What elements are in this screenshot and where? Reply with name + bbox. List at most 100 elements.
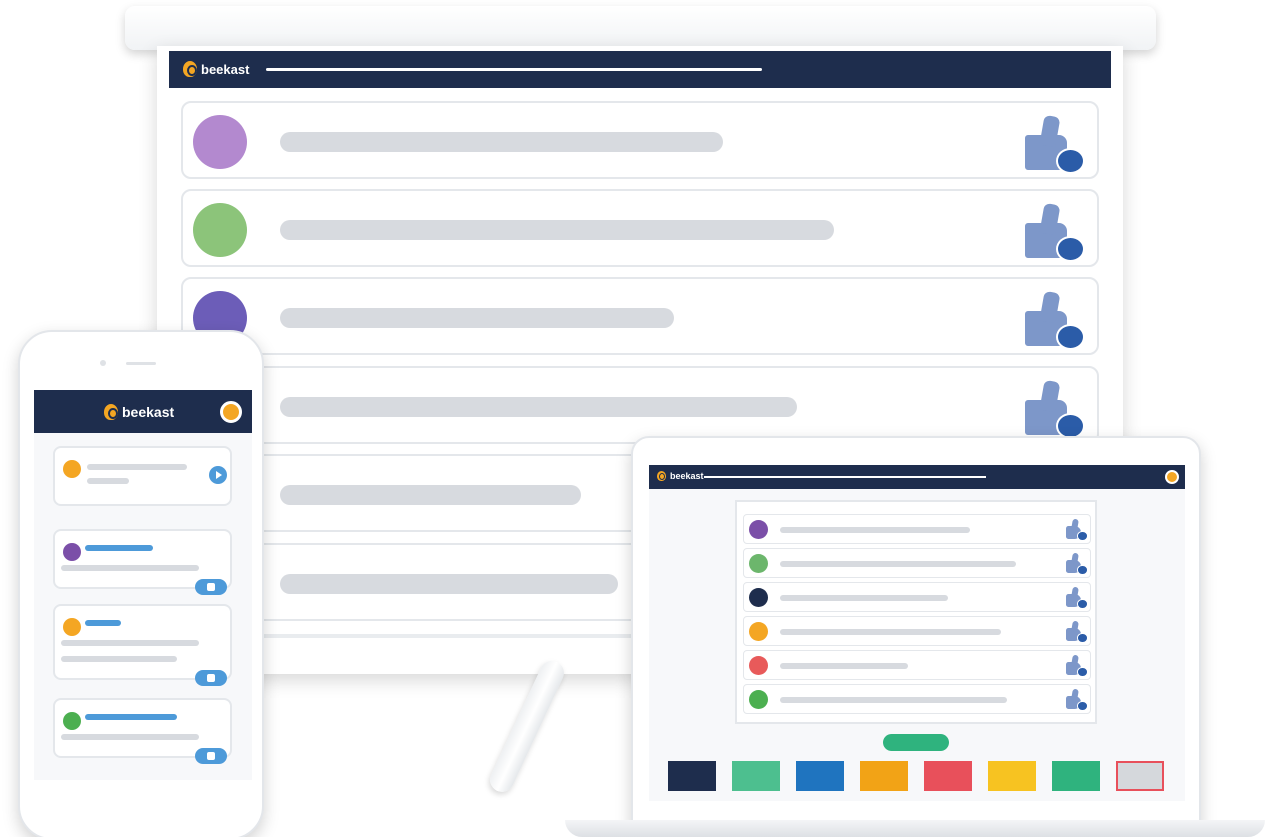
participant-avatar (63, 712, 81, 730)
thumbs-up-icon[interactable] (195, 748, 227, 764)
participant-name (85, 620, 121, 626)
laptop-header-bar: beekast (649, 465, 1185, 489)
user-avatar[interactable] (220, 401, 242, 423)
session-progress-bar (704, 476, 986, 478)
input-placeholder-line (87, 464, 187, 470)
idea-row (743, 514, 1091, 544)
color-swatch[interactable] (924, 761, 972, 791)
thumbs-up-icon[interactable] (195, 670, 227, 686)
idea-row (181, 101, 1099, 179)
like-count-dot (1056, 148, 1085, 175)
color-swatch[interactable] (1052, 761, 1100, 791)
laptop-screen: beekast (649, 465, 1185, 801)
like-count-dot (1077, 565, 1088, 575)
idea-text (280, 574, 618, 594)
like-count-dot (1077, 701, 1088, 711)
idea-row (743, 582, 1091, 612)
thumbs-up-icon[interactable] (195, 579, 227, 595)
screen-header-bar: beekast (169, 51, 1111, 88)
idea-card (53, 604, 232, 686)
thumbs-up-icon[interactable] (1066, 586, 1088, 609)
idea-row (181, 189, 1099, 267)
idea-text (780, 527, 970, 533)
thumbs-up-icon[interactable] (1025, 202, 1085, 263)
like-count-dot (1077, 633, 1088, 643)
idea-text (780, 663, 908, 669)
phone-screen: beekast (34, 390, 252, 780)
phone-camera (100, 360, 106, 366)
thumbs-up-icon[interactable] (1066, 620, 1088, 643)
send-icon[interactable] (209, 466, 227, 484)
color-swatch[interactable] (668, 761, 716, 791)
color-swatch[interactable] (796, 761, 844, 791)
user-avatar[interactable] (1165, 470, 1179, 484)
idea-card (53, 698, 232, 764)
phone-header-bar: beekast (34, 390, 252, 433)
thumbs-up-icon[interactable] (1066, 518, 1088, 541)
idea-row (743, 684, 1091, 714)
thumbs-up-icon[interactable] (1066, 688, 1088, 711)
green-character-avatar (193, 203, 247, 257)
idea-text (280, 132, 723, 152)
idea-text (280, 308, 674, 328)
idea-text (280, 485, 581, 505)
participant-avatar (749, 554, 768, 573)
idea-text (61, 565, 199, 571)
participant-avatar (63, 543, 81, 561)
like-count-dot (1077, 531, 1088, 541)
idea-text (780, 561, 1016, 567)
beekast-logo-icon (104, 404, 118, 420)
idea-row (181, 366, 1099, 444)
participant-avatar (749, 656, 768, 675)
participant-name (85, 714, 177, 720)
beekast-logo: beekast (657, 471, 704, 481)
thumbs-up-icon[interactable] (1025, 290, 1085, 351)
color-swatch[interactable] (1116, 761, 1164, 791)
purple-character-avatar (193, 115, 247, 169)
beekast-logo-icon (657, 471, 666, 481)
beekast-logo: beekast (104, 404, 174, 420)
session-progress-bar (266, 68, 762, 71)
projector-screen-rod (125, 6, 1156, 50)
like-count-dot (1056, 324, 1085, 351)
color-swatch[interactable] (988, 761, 1036, 791)
like-count-dot (1056, 236, 1085, 263)
thumbs-up-icon[interactable] (1066, 654, 1088, 677)
idea-row (743, 650, 1091, 680)
participant-name (85, 545, 153, 551)
thumbs-up-icon[interactable] (1025, 379, 1085, 440)
idea-row (743, 616, 1091, 646)
idea-text (280, 397, 797, 417)
participant-avatar (63, 460, 81, 478)
participant-avatar (749, 690, 768, 709)
like-count-dot (1077, 667, 1088, 677)
participant-avatar (63, 618, 81, 636)
idea-text (61, 734, 199, 740)
phone-device: beekast (18, 330, 264, 837)
laptop-base (565, 820, 1265, 837)
thumbs-up-icon[interactable] (1066, 552, 1088, 575)
input-placeholder-line (87, 478, 129, 484)
idea-row (743, 548, 1091, 578)
brand-name: beekast (122, 404, 175, 420)
compose-card (53, 446, 232, 506)
color-swatch[interactable] (732, 761, 780, 791)
idea-row (181, 277, 1099, 355)
idea-text (61, 640, 199, 646)
idea-text (780, 697, 1007, 703)
idea-text (61, 656, 177, 662)
brand-name: beekast (201, 61, 250, 77)
thumbs-up-icon[interactable] (1025, 114, 1085, 175)
laptop-ideas-panel (735, 500, 1097, 724)
phone-speaker (126, 362, 156, 365)
submit-button[interactable] (883, 734, 949, 751)
participant-avatar (749, 622, 768, 641)
idea-text (780, 595, 948, 601)
idea-text (280, 220, 834, 240)
participant-avatar (749, 588, 768, 607)
brand-name: beekast (670, 471, 704, 481)
participant-avatar (749, 520, 768, 539)
color-swatch[interactable] (860, 761, 908, 791)
idea-card (53, 529, 232, 595)
like-count-dot (1077, 599, 1088, 609)
